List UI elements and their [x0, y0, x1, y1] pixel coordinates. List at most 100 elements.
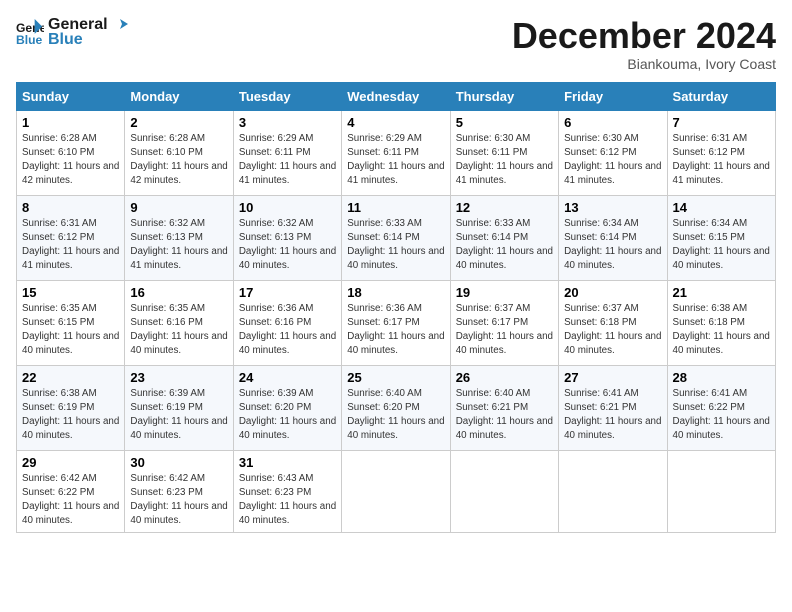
day-number: 2 — [130, 115, 227, 130]
calendar-cell: 15Sunrise: 6:35 AMSunset: 6:15 PMDayligh… — [17, 280, 125, 365]
day-number: 24 — [239, 370, 336, 385]
day-number: 31 — [239, 455, 336, 470]
day-of-week-header: Thursday — [450, 82, 558, 110]
location: Biankouma, Ivory Coast — [512, 56, 776, 72]
day-number: 14 — [673, 200, 770, 215]
calendar-cell: 5 Sunrise: 6:30 AMSunset: 6:11 PMDaylight… — [450, 110, 558, 195]
day-info: Sunrise: 6:36 AMSunset: 6:16 PMDaylight:… — [239, 302, 336, 359]
calendar-body: 1 Sunrise: 6:28 AMSunset: 6:10 PMDaylight… — [17, 110, 776, 533]
day-number: 4 — [347, 115, 444, 130]
day-info: Sunrise: 6:40 AMSunset: 6:20 PMDaylight:… — [347, 387, 444, 444]
day-number: 28 — [673, 370, 770, 385]
calendar-cell: 3 Sunrise: 6:29 AMSunset: 6:11 PMDaylight… — [233, 110, 341, 195]
calendar-cell: 19 Sunrise: 6:37 AMSunset: 6:17 PMDayligh… — [450, 280, 558, 365]
calendar-cell — [667, 450, 775, 533]
calendar-table: SundayMondayTuesdayWednesdayThursdayFrid… — [16, 82, 776, 534]
day-info: Sunrise: 6:35 AMSunset: 6:16 PMDaylight:… — [130, 302, 227, 359]
calendar-cell: 10 Sunrise: 6:32 AMSunset: 6:13 PMDayligh… — [233, 195, 341, 280]
day-info: Sunrise: 6:28 AMSunset: 6:10 PMDaylight:… — [130, 132, 227, 189]
calendar-cell: 1 Sunrise: 6:28 AMSunset: 6:10 PMDaylight… — [17, 110, 125, 195]
day-number: 15 — [22, 285, 119, 300]
calendar-week-row: 29 Sunrise: 6:42 AMSunset: 6:22 PMDayligh… — [17, 450, 776, 533]
day-number: 17 — [239, 285, 336, 300]
calendar-cell: 22 Sunrise: 6:38 AMSunset: 6:19 PMDayligh… — [17, 365, 125, 450]
day-number: 26 — [456, 370, 553, 385]
day-info: Sunrise: 6:36 AMSunset: 6:17 PMDaylight:… — [347, 302, 444, 359]
calendar-cell: 29 Sunrise: 6:42 AMSunset: 6:22 PMDayligh… — [17, 450, 125, 533]
day-info: Sunrise: 6:33 AMSunset: 6:14 PMDaylight:… — [456, 217, 553, 274]
day-number: 25 — [347, 370, 444, 385]
calendar-cell — [342, 450, 450, 533]
day-number: 9 — [130, 200, 227, 215]
day-info: Sunrise: 6:40 AMSunset: 6:21 PMDaylight:… — [456, 387, 553, 444]
day-info: Sunrise: 6:29 AMSunset: 6:11 PMDaylight:… — [239, 132, 336, 189]
day-info: Sunrise: 6:41 AMSunset: 6:21 PMDaylight:… — [564, 387, 661, 444]
day-number: 3 — [239, 115, 336, 130]
day-number: 19 — [456, 285, 553, 300]
day-number: 30 — [130, 455, 227, 470]
day-of-week-header: Wednesday — [342, 82, 450, 110]
day-info: Sunrise: 6:42 AMSunset: 6:22 PMDaylight:… — [22, 472, 119, 529]
day-number: 5 — [456, 115, 553, 130]
day-info: Sunrise: 6:42 AMSunset: 6:23 PMDaylight:… — [130, 472, 227, 529]
day-info: Sunrise: 6:32 AMSunset: 6:13 PMDaylight:… — [130, 217, 227, 274]
day-number: 12 — [456, 200, 553, 215]
calendar-cell: 8 Sunrise: 6:31 AMSunset: 6:12 PMDaylight… — [17, 195, 125, 280]
day-info: Sunrise: 6:31 AMSunset: 6:12 PMDaylight:… — [673, 132, 770, 189]
day-info: Sunrise: 6:34 AMSunset: 6:14 PMDaylight:… — [564, 217, 661, 274]
day-info: Sunrise: 6:32 AMSunset: 6:13 PMDaylight:… — [239, 217, 336, 274]
day-of-week-header: Saturday — [667, 82, 775, 110]
day-info: Sunrise: 6:38 AMSunset: 6:19 PMDaylight:… — [22, 387, 119, 444]
calendar-cell: 6 Sunrise: 6:30 AMSunset: 6:12 PMDaylight… — [559, 110, 667, 195]
day-info: Sunrise: 6:33 AMSunset: 6:14 PMDaylight:… — [347, 217, 444, 274]
calendar-cell: 4 Sunrise: 6:29 AMSunset: 6:11 PMDaylight… — [342, 110, 450, 195]
day-number: 6 — [564, 115, 661, 130]
day-number: 8 — [22, 200, 119, 215]
day-number: 13 — [564, 200, 661, 215]
calendar-cell: 13 Sunrise: 6:34 AMSunset: 6:14 PMDayligh… — [559, 195, 667, 280]
day-info: Sunrise: 6:38 AMSunset: 6:18 PMDaylight:… — [673, 302, 770, 359]
day-info: Sunrise: 6:37 AMSunset: 6:17 PMDaylight:… — [456, 302, 553, 359]
day-number: 18 — [347, 285, 444, 300]
day-of-week-header: Sunday — [17, 82, 125, 110]
calendar-cell — [559, 450, 667, 533]
day-info: Sunrise: 6:37 AMSunset: 6:18 PMDaylight:… — [564, 302, 661, 359]
logo-icon: General Blue — [16, 19, 44, 47]
calendar-cell: 27 Sunrise: 6:41 AMSunset: 6:21 PMDayligh… — [559, 365, 667, 450]
day-info: Sunrise: 6:30 AMSunset: 6:11 PMDaylight:… — [456, 132, 553, 189]
day-info: Sunrise: 6:39 AMSunset: 6:20 PMDaylight:… — [239, 387, 336, 444]
calendar-cell: 12 Sunrise: 6:33 AMSunset: 6:14 PMDayligh… — [450, 195, 558, 280]
month-title: December 2024 — [512, 16, 776, 56]
logo: General Blue General Blue — [16, 16, 128, 49]
day-info: Sunrise: 6:31 AMSunset: 6:12 PMDaylight:… — [22, 217, 119, 274]
calendar-cell: 26 Sunrise: 6:40 AMSunset: 6:21 PMDayligh… — [450, 365, 558, 450]
day-number: 23 — [130, 370, 227, 385]
day-number: 20 — [564, 285, 661, 300]
day-info: Sunrise: 6:30 AMSunset: 6:12 PMDaylight:… — [564, 132, 661, 189]
day-info: Sunrise: 6:39 AMSunset: 6:19 PMDaylight:… — [130, 387, 227, 444]
day-number: 27 — [564, 370, 661, 385]
day-number: 1 — [22, 115, 119, 130]
day-info: Sunrise: 6:28 AMSunset: 6:10 PMDaylight:… — [22, 132, 119, 189]
day-number: 16 — [130, 285, 227, 300]
day-number: 22 — [22, 370, 119, 385]
calendar-week-row: 8 Sunrise: 6:31 AMSunset: 6:12 PMDaylight… — [17, 195, 776, 280]
day-info: Sunrise: 6:41 AMSunset: 6:22 PMDaylight:… — [673, 387, 770, 444]
day-info: Sunrise: 6:34 AMSunset: 6:15 PMDaylight:… — [673, 217, 770, 274]
calendar-cell: 11 Sunrise: 6:33 AMSunset: 6:14 PMDayligh… — [342, 195, 450, 280]
day-number: 11 — [347, 200, 444, 215]
day-info: Sunrise: 6:29 AMSunset: 6:11 PMDaylight:… — [347, 132, 444, 189]
calendar-cell: 17 Sunrise: 6:36 AMSunset: 6:16 PMDayligh… — [233, 280, 341, 365]
calendar-cell: 30 Sunrise: 6:42 AMSunset: 6:23 PMDayligh… — [125, 450, 233, 533]
day-number: 29 — [22, 455, 119, 470]
calendar-cell: 14 Sunrise: 6:34 AMSunset: 6:15 PMDayligh… — [667, 195, 775, 280]
calendar-cell: 24 Sunrise: 6:39 AMSunset: 6:20 PMDayligh… — [233, 365, 341, 450]
calendar-cell: 18 Sunrise: 6:36 AMSunset: 6:17 PMDayligh… — [342, 280, 450, 365]
calendar-cell — [450, 450, 558, 533]
day-of-week-header: Monday — [125, 82, 233, 110]
calendar-week-row: 22 Sunrise: 6:38 AMSunset: 6:19 PMDayligh… — [17, 365, 776, 450]
day-number: 10 — [239, 200, 336, 215]
day-number: 21 — [673, 285, 770, 300]
svg-text:Blue: Blue — [16, 33, 43, 47]
day-number: 7 — [673, 115, 770, 130]
